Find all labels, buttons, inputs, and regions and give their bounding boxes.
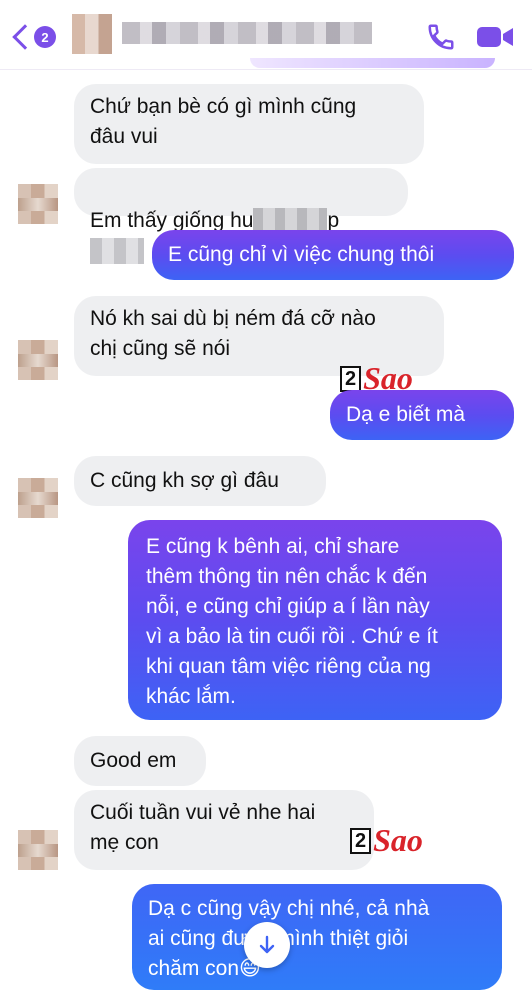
sender-avatar (18, 340, 58, 380)
message-text: p (327, 209, 340, 232)
watermark-logo: 2 Sao (350, 822, 423, 859)
chat-header: 2 (0, 0, 532, 70)
message-bubble-outgoing[interactable]: Dạ e biết mà (330, 390, 514, 440)
redacted-text (90, 238, 144, 265)
message-bubble-outgoing[interactable]: E cũng k bênh ai, chỉ share thêm thông t… (128, 520, 502, 720)
video-camera-icon[interactable] (476, 24, 514, 50)
message-bubble-incoming[interactable]: Cuối tuần vui vẻ nhe hai mẹ con (74, 790, 374, 870)
header-accent-strip (250, 58, 495, 68)
contact-avatar[interactable] (72, 14, 112, 54)
message-bubble-outgoing[interactable]: Dạ c cũng vậy chị nhé, cả nhà ai cũng đư… (132, 884, 502, 990)
message-bubble-outgoing[interactable]: E cũng chỉ vì việc chung thôi (152, 230, 514, 280)
sender-avatar (18, 478, 58, 518)
scroll-to-bottom-button[interactable] (244, 922, 290, 968)
arrow-down-icon (259, 935, 275, 954)
message-text: Em thấy giống hu (90, 209, 254, 232)
phone-icon[interactable] (426, 22, 456, 52)
message-bubble-incoming[interactable]: Em thấy giống hu p (74, 168, 408, 265)
sender-avatar (18, 830, 58, 870)
sender-avatar (18, 184, 58, 224)
back-button[interactable]: 2 (10, 20, 60, 54)
message-bubble-incoming[interactable]: Good em (74, 736, 206, 786)
chevron-left-icon (12, 24, 38, 50)
message-bubble-incoming[interactable]: C cũng kh sợ gì đâu (74, 456, 326, 506)
contact-name-redacted[interactable] (122, 22, 372, 44)
message-bubble-incoming[interactable]: Chứ bạn bè có gì mình cũng đâu vui (74, 84, 424, 164)
